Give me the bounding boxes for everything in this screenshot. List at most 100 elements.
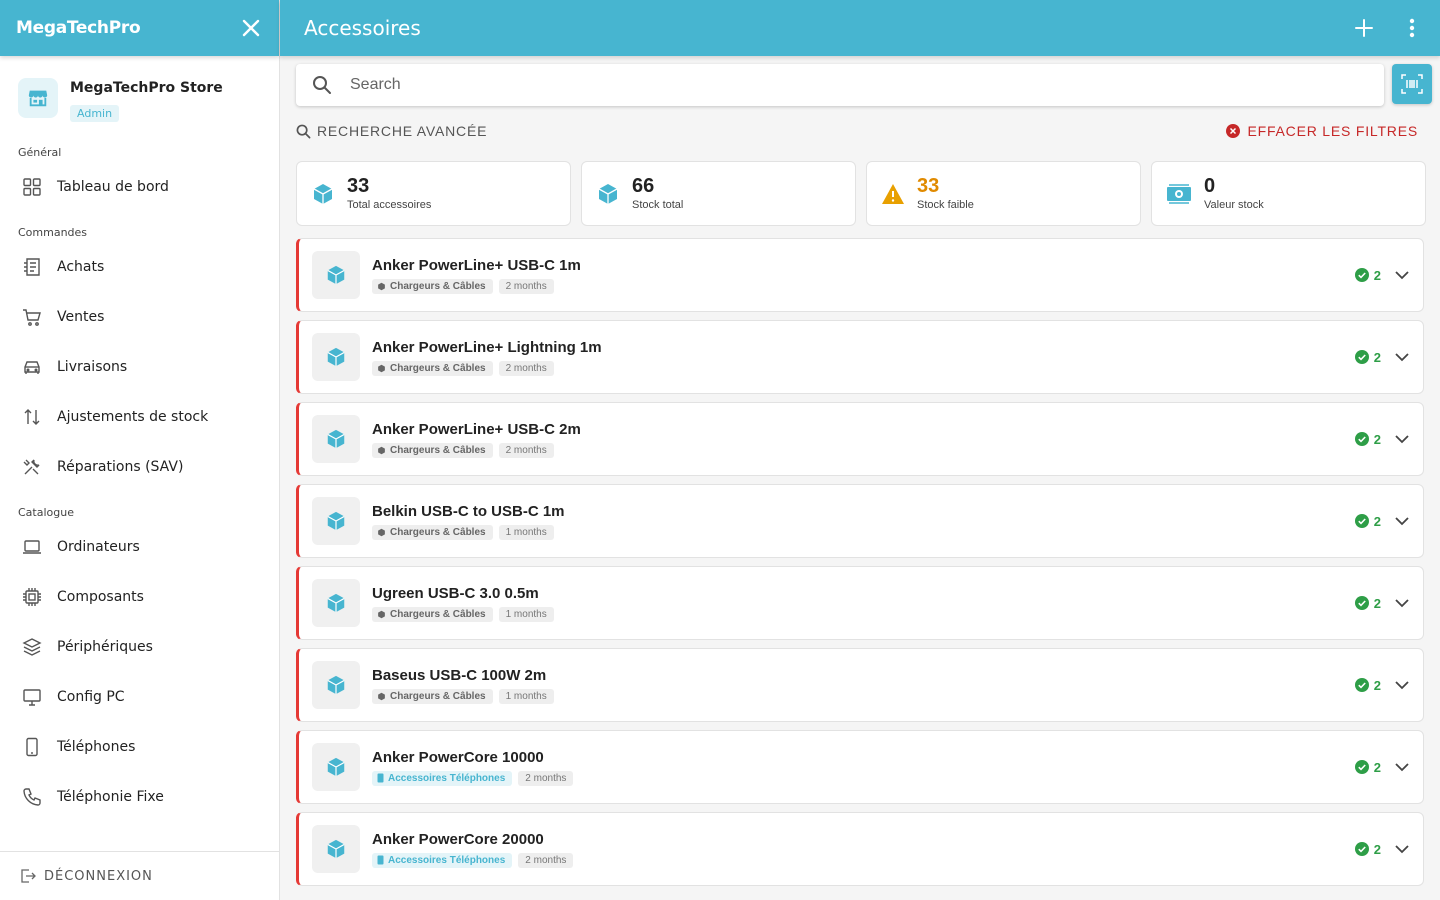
expand-button[interactable] (1395, 434, 1409, 444)
clear-filters-button[interactable]: EFFACER LES FILTRES (1226, 123, 1424, 139)
category-label: Accessoires Téléphones (388, 854, 506, 866)
stock-quantity: 2 (1354, 514, 1381, 529)
advanced-search-button[interactable]: RECHERCHE AVANCÉE (296, 123, 487, 139)
logout-button[interactable]: DÉCONNEXION (0, 851, 279, 900)
sidebar-header: MegaTechPro (0, 0, 279, 56)
product-row[interactable]: Belkin USB-C to USB-C 1m Chargeurs & Câbl… (296, 484, 1424, 558)
category-label: Chargeurs & Câbles (390, 280, 486, 292)
search-input[interactable] (350, 76, 1350, 94)
close-sidebar-button[interactable] (239, 16, 263, 40)
age-tag: 2 months (498, 360, 554, 376)
sidebar-item-computers[interactable]: Ordinateurs (0, 522, 279, 572)
product-name: Belkin USB-C to USB-C 1m (372, 502, 565, 520)
expand-button[interactable] (1395, 598, 1409, 608)
product-row[interactable]: Ugreen USB-C 3.0 0.5m Chargeurs & Câbles 1… (296, 566, 1424, 640)
section-catalog: Catalogue (18, 506, 74, 519)
cube-icon (598, 183, 618, 204)
store-card: MegaTechPro Store Admin (0, 56, 279, 134)
sidebar-item-stock-adjustments[interactable]: Ajustements de stock (0, 392, 279, 442)
logout-label: DÉCONNEXION (44, 868, 153, 884)
sidebar-item-dashboard[interactable]: Tableau de bord (0, 162, 279, 212)
product-thumbnail (312, 661, 360, 709)
expand-button[interactable] (1395, 352, 1409, 362)
category-label: Chargeurs & Câbles (390, 362, 486, 374)
product-row[interactable]: Baseus USB-C 100W 2m Chargeurs & Câbles 1 … (296, 648, 1424, 722)
cube-icon (378, 692, 385, 700)
search-icon (296, 124, 311, 138)
smartphone-icon (377, 773, 384, 783)
category-label: Chargeurs & Câbles (390, 690, 486, 702)
expand-button[interactable] (1395, 516, 1409, 526)
check-circle-icon (1354, 432, 1369, 446)
search-bar[interactable] (296, 64, 1384, 106)
sidebar-item-sales[interactable]: Ventes (0, 292, 279, 342)
expand-button[interactable] (1395, 270, 1409, 280)
category-tag: Chargeurs & Câbles (372, 524, 493, 540)
tools-icon (22, 457, 42, 477)
product-row[interactable]: Anker PowerLine+ USB-C 1m Chargeurs & Câb… (296, 238, 1424, 312)
product-row[interactable]: Anker PowerCore 10000 Accessoires Télépho… (296, 730, 1424, 804)
stat-value: 33 (347, 175, 370, 197)
stat-value: 0 (1204, 175, 1216, 197)
cube-icon (378, 446, 385, 454)
chevron-down-icon (1395, 680, 1409, 689)
sidebar-item-label: Réparations (SAV) (57, 459, 184, 475)
cube-icon (378, 364, 385, 372)
sidebar: MegaTechPro MegaTechPro Store Admin Géné… (0, 0, 280, 900)
stock-quantity: 2 (1354, 842, 1381, 857)
check-circle-icon (1354, 678, 1369, 692)
expand-button[interactable] (1395, 680, 1409, 690)
smartphone-icon (22, 737, 42, 757)
clear-filters-label: EFFACER LES FILTRES (1247, 123, 1418, 139)
phone-icon (22, 787, 42, 807)
cart-icon (22, 307, 42, 327)
product-name: Anker PowerLine+ Lightning 1m (372, 338, 602, 356)
sidebar-scroll-area[interactable]: MegaTechPro Store Admin Général Tableau … (0, 56, 279, 851)
product-thumbnail (312, 251, 360, 299)
chevron-down-icon (1395, 844, 1409, 853)
sidebar-item-components[interactable]: Composants (0, 572, 279, 622)
sidebar-item-peripherals[interactable]: Périphériques (0, 622, 279, 672)
stock-quantity: 2 (1354, 350, 1381, 365)
sidebar-item-phones[interactable]: Téléphones (0, 722, 279, 772)
expand-button[interactable] (1395, 762, 1409, 772)
monitor-icon (22, 687, 42, 707)
sidebar-item-purchases[interactable]: Achats (0, 242, 279, 292)
product-thumbnail (312, 825, 360, 873)
sidebar-item-config-pc[interactable]: Config PC (0, 672, 279, 722)
add-button[interactable] (1352, 16, 1376, 40)
product-row[interactable]: Anker PowerCore 20000 Accessoires Télépho… (296, 812, 1424, 886)
stock-quantity: 2 (1354, 678, 1381, 693)
stock-quantity-value: 2 (1373, 759, 1381, 775)
more-options-button[interactable] (1400, 16, 1424, 40)
product-thumbnail (312, 415, 360, 463)
age-tag: 2 months (498, 278, 554, 294)
sidebar-item-repairs[interactable]: Réparations (SAV) (0, 442, 279, 492)
stock-quantity: 2 (1354, 431, 1381, 447)
swap-vertical-icon (22, 407, 42, 427)
top-app-bar: Accessoires (280, 0, 1440, 56)
product-row[interactable]: Anker PowerLine+ Lightning 1m Chargeurs &… (296, 320, 1424, 394)
sidebar-item-deliveries[interactable]: Livraisons (0, 342, 279, 392)
chevron-down-icon (1395, 762, 1409, 771)
sidebar-item-landline[interactable]: Téléphonie Fixe (0, 772, 279, 822)
cube-icon (378, 528, 385, 536)
age-tag: 2 months (518, 852, 574, 868)
stock-quantity-value: 2 (1373, 431, 1381, 447)
logout-icon (21, 869, 36, 883)
product-list[interactable]: Anker PowerLine+ USB-C 1m Chargeurs & Câb… (296, 238, 1424, 894)
receipt-icon (22, 257, 42, 277)
stat-caption: Valeur stock (1204, 199, 1264, 211)
product-row[interactable]: Anker PowerLine+ USB-C 2m Chargeurs & Câb… (296, 402, 1424, 476)
category-tag: Chargeurs & Câbles (372, 606, 493, 622)
stat-card-total: 33 Total accessoires (296, 161, 571, 226)
sidebar-item-label: Tableau de bord (57, 179, 169, 195)
expand-button[interactable] (1395, 844, 1409, 854)
advanced-search-label: RECHERCHE AVANCÉE (317, 123, 488, 139)
barcode-scan-button[interactable] (1392, 64, 1432, 104)
product-thumbnail (312, 743, 360, 791)
cube-icon (327, 429, 345, 449)
sidebar-item-label: Ajustements de stock (57, 409, 209, 425)
stat-card-stock-value: 0 Valeur stock (1151, 161, 1426, 226)
age-tag: 1 months (498, 524, 554, 540)
